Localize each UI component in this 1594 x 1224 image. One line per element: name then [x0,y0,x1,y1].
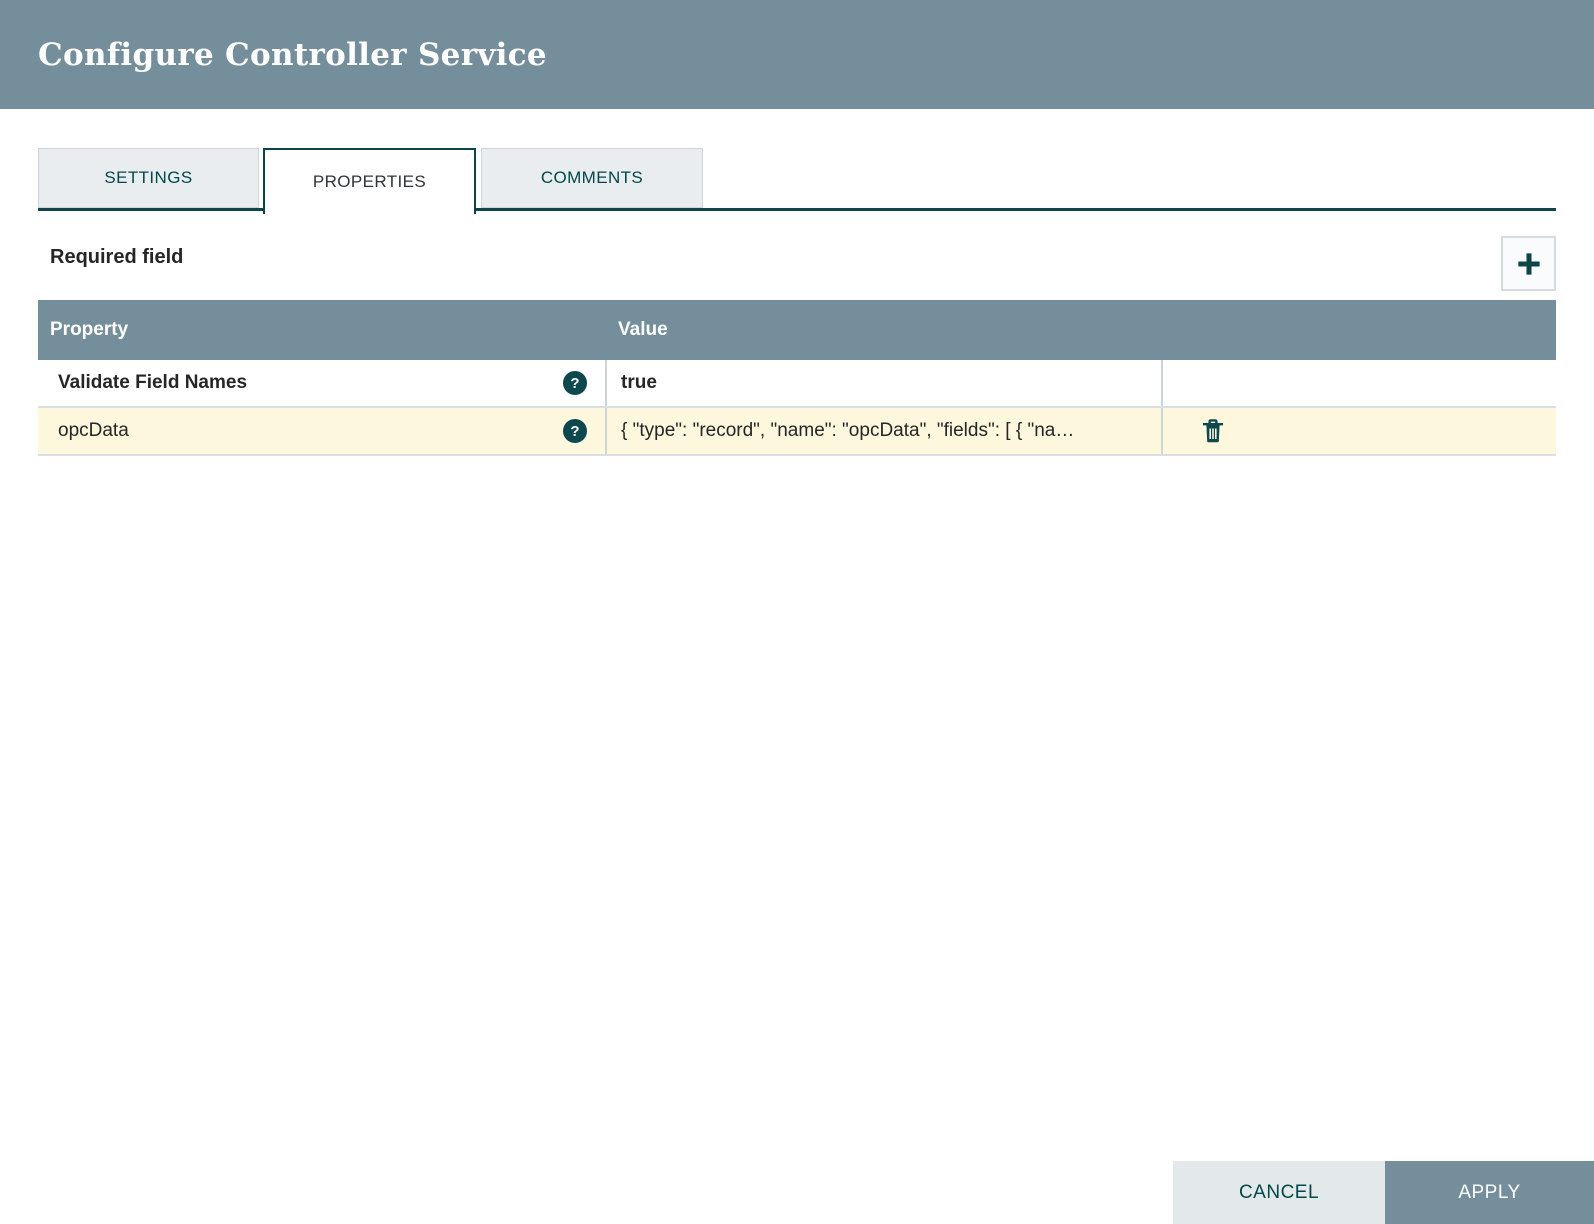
property-cell: opcData ? [38,407,607,456]
table-row: Validate Field Names ? true [38,360,1556,408]
delete-property-button[interactable] [1201,418,1225,444]
tab-settings[interactable]: SETTINGS [38,148,259,208]
value-cell[interactable]: { "type": "record", "name": "opcData", "… [606,407,1163,456]
actions-cell [1162,360,1556,408]
column-header-property: Property [38,300,606,360]
dialog-title: Configure Controller Service [38,36,547,73]
cancel-button[interactable]: CANCEL [1173,1161,1385,1224]
property-value: { "type": "record", "name": "opcData", "… [621,420,1075,441]
question-circle-icon: ? [563,371,587,395]
plus-icon [1514,249,1544,279]
property-cell: Validate Field Names ? [38,360,607,408]
tab-comments[interactable]: COMMENTS [481,148,703,208]
dialog-header: Configure Controller Service [0,0,1594,109]
tab-settings-label: SETTINGS [104,168,193,187]
property-name: Validate Field Names [58,372,248,393]
property-table: Property Value Validate Field Names ? tr… [38,300,1556,456]
property-name: opcData [58,420,129,441]
column-header-value: Value [606,300,1162,360]
property-value: true [621,372,657,393]
tab-properties-label: PROPERTIES [312,172,427,191]
tab-strip: SETTINGS PROPERTIES COMMENTS [38,148,1556,214]
tab-comments-label: COMMENTS [540,168,644,187]
apply-button[interactable]: APPLY [1385,1161,1594,1224]
column-header-actions [1162,300,1556,360]
tab-properties[interactable]: PROPERTIES [263,148,476,214]
value-cell[interactable]: true [606,360,1163,408]
trash-icon [1201,418,1225,444]
actions-cell [1162,407,1556,456]
table-row: opcData ? { "type": "record", "name": "o… [38,407,1556,456]
required-field-label: Required field [50,246,184,268]
table-header-row: Property Value [38,300,1556,360]
add-property-button[interactable] [1501,236,1556,291]
question-circle-icon: ? [563,419,587,443]
